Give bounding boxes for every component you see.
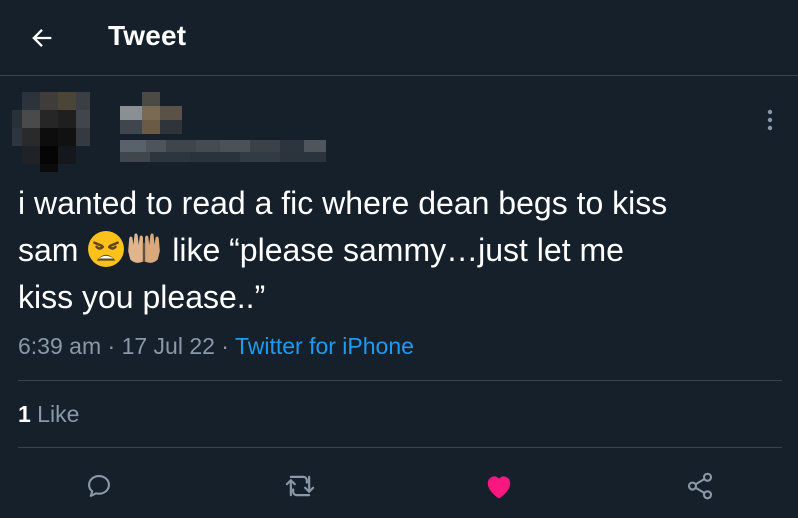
tweet-text-line1: i wanted to read a fic where dean begs t… <box>18 185 668 221</box>
meta-separator: · <box>214 333 235 359</box>
tweet-text-line3: kiss you please..” <box>18 279 266 315</box>
like-count-number: 1 <box>18 401 31 427</box>
like-count-label: Like <box>30 401 80 427</box>
tweet-text: i wanted to read a fic where dean begs t… <box>18 180 788 321</box>
author-handle[interactable] <box>108 138 334 164</box>
tweet-date[interactable]: 17 Jul 22 <box>122 333 215 359</box>
tweet-text-line2: like “please sammy…just let me <box>163 232 624 268</box>
divider <box>18 380 782 381</box>
tweet-source-link[interactable]: Twitter for iPhone <box>235 333 414 359</box>
reply-button[interactable] <box>79 466 119 506</box>
like-button[interactable] <box>479 466 519 506</box>
more-options-button[interactable] <box>756 104 784 136</box>
speech-bubble-icon <box>88 475 110 497</box>
back-button[interactable] <box>24 20 60 56</box>
tweet-detail-screen: Tweet i wanted to read a fic where dean … <box>0 0 798 518</box>
tweet-author <box>8 88 338 174</box>
weary-face-icon <box>88 231 125 267</box>
palms-up-together-icon <box>128 233 161 263</box>
top-bar: Tweet <box>0 0 798 76</box>
page-title: Tweet <box>108 20 187 51</box>
retweet-icon <box>285 475 315 497</box>
avatar[interactable] <box>8 88 94 174</box>
author-name[interactable] <box>108 92 198 134</box>
likes-count[interactable]: 1 Like <box>18 399 79 429</box>
share-icon <box>687 472 713 500</box>
share-button[interactable] <box>680 466 720 506</box>
tweet-time[interactable]: 6:39 am <box>18 333 101 359</box>
divider <box>18 447 782 448</box>
heart-icon <box>487 476 511 499</box>
tweet-text-sam: sam <box>18 232 79 268</box>
arrow-left-icon <box>32 29 52 47</box>
tweet-meta: 6:39 am · 17 Jul 22 · Twitter for iPhone <box>18 331 414 361</box>
more-vertical-icon <box>767 109 773 131</box>
retweet-button[interactable] <box>280 466 320 506</box>
meta-separator: · <box>101 333 122 359</box>
